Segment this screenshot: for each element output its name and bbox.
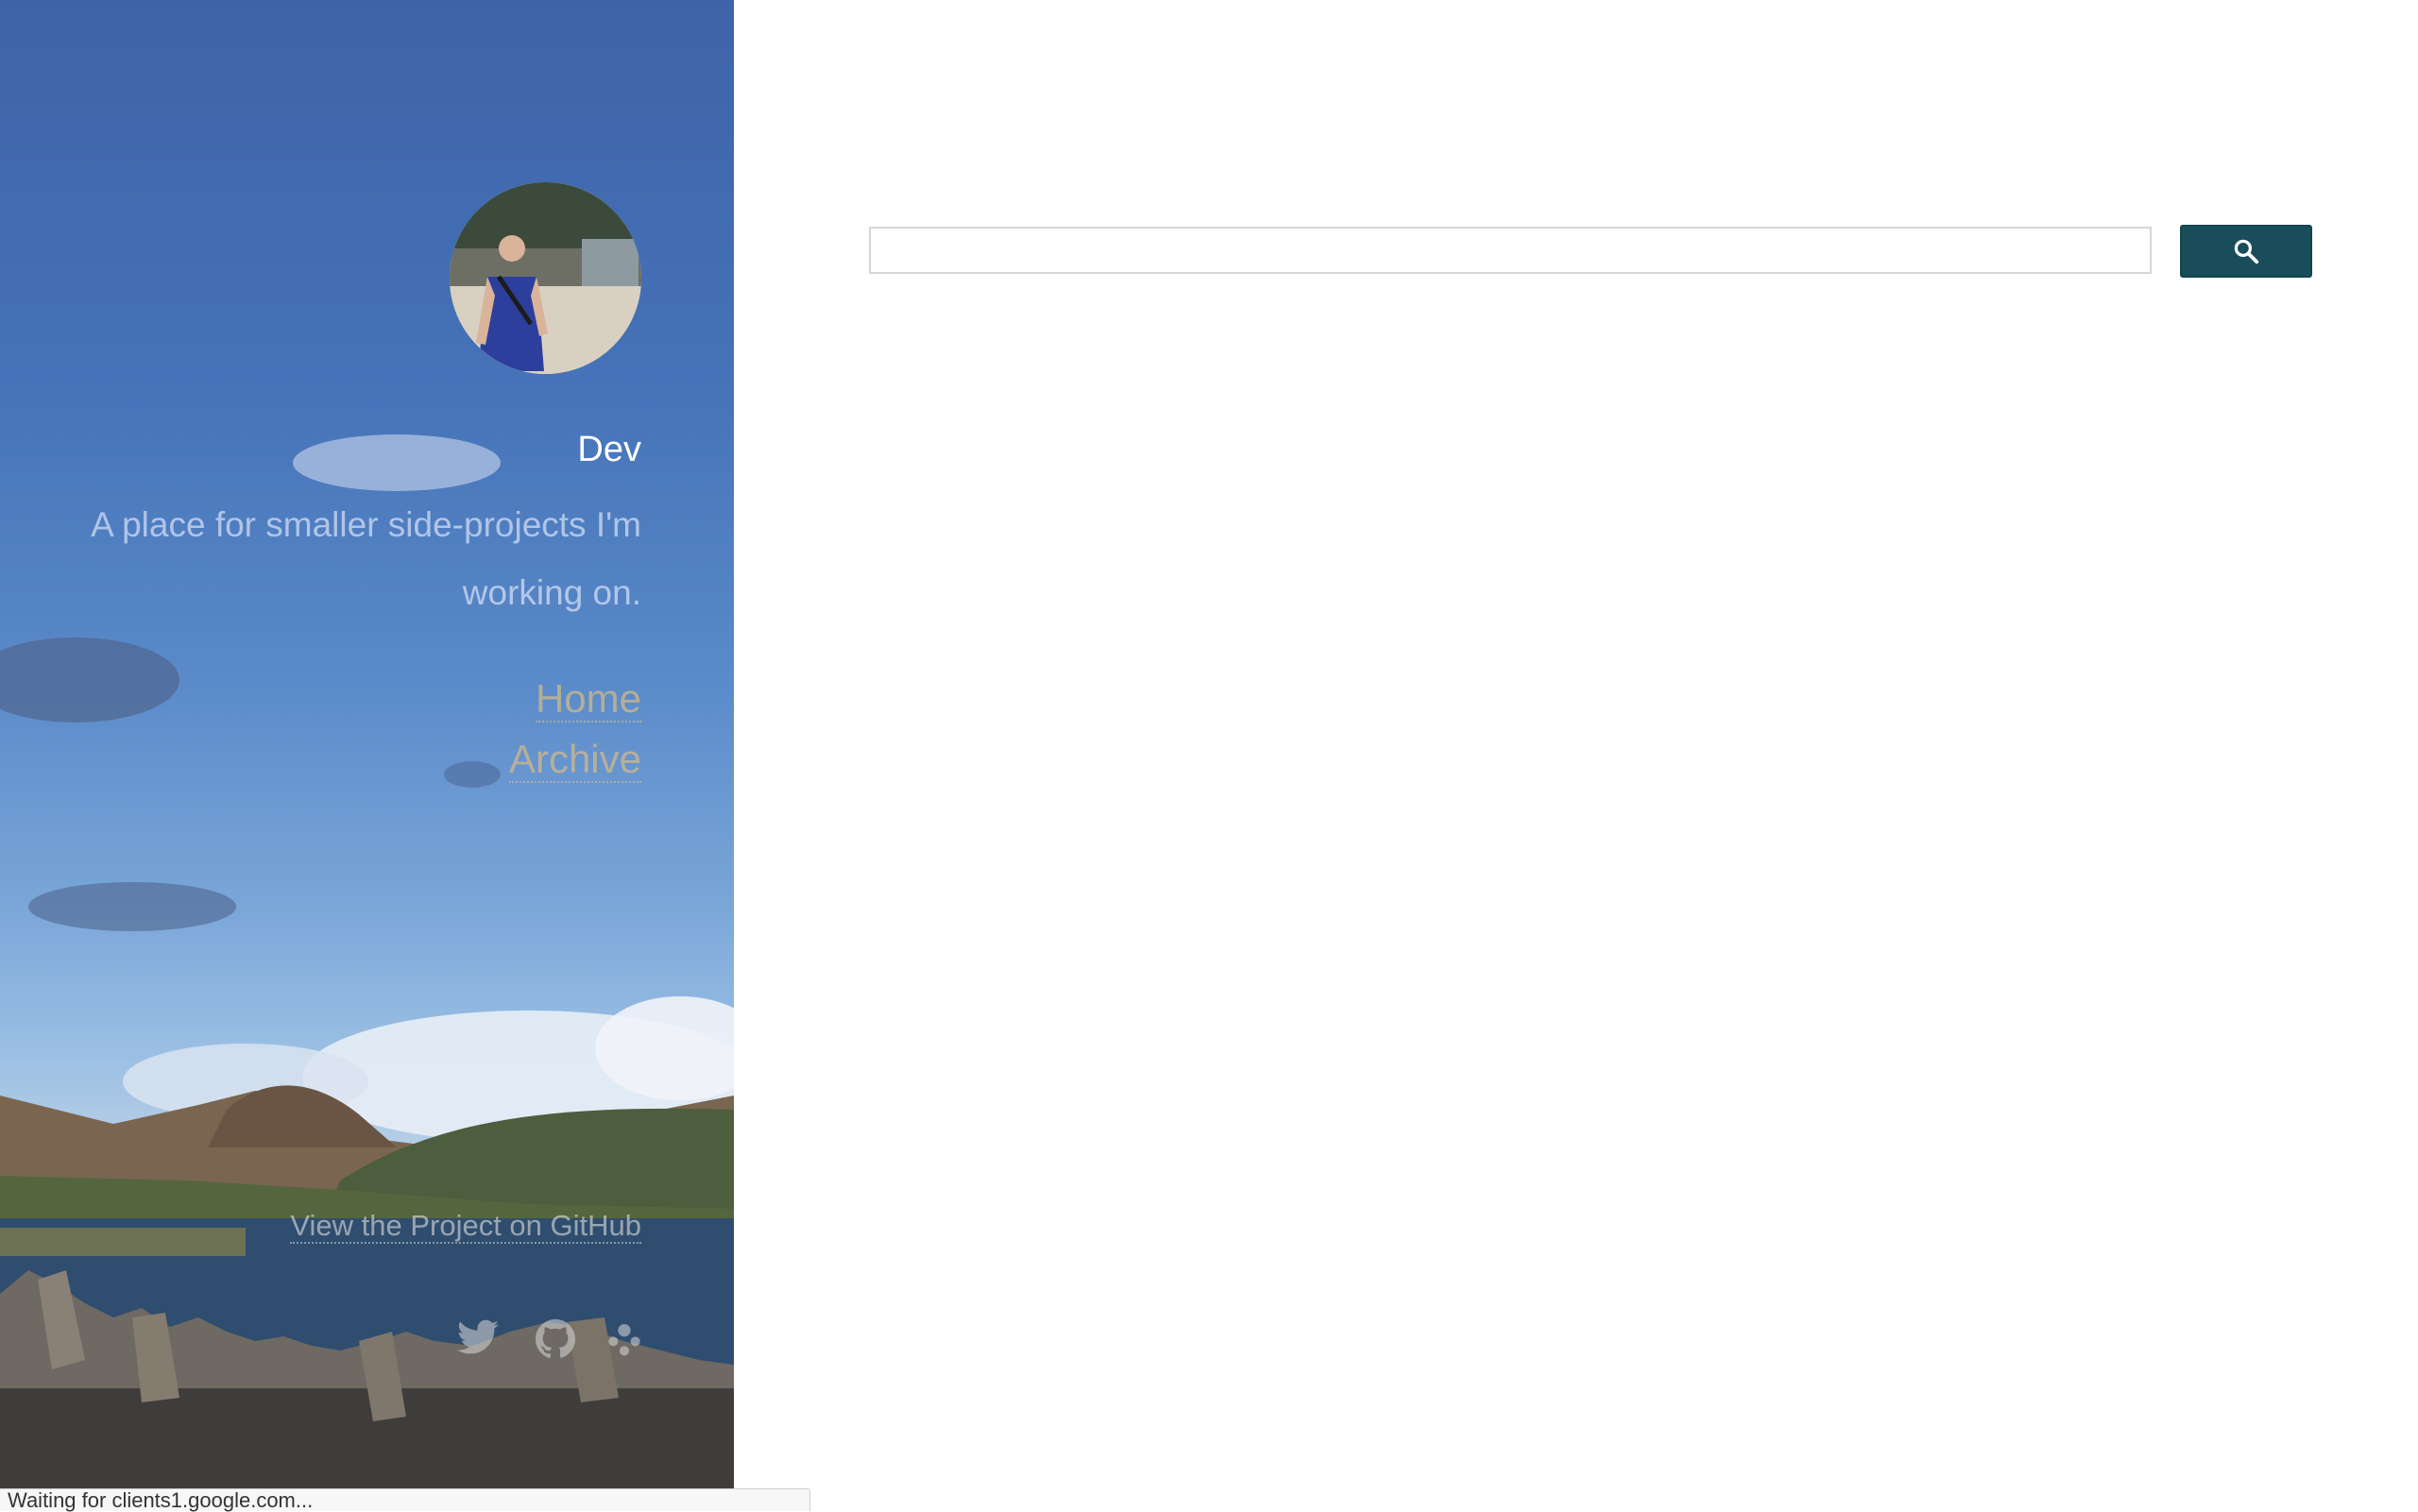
search-input[interactable] xyxy=(869,227,2152,274)
view-on-github-link[interactable]: View the Project on GitHub xyxy=(290,1209,641,1244)
avatar-photo xyxy=(450,182,641,374)
github-icon[interactable] xyxy=(536,1318,575,1358)
sidebar-nav: Home Archive xyxy=(508,669,641,790)
search-icon xyxy=(2234,239,2259,264)
avatar xyxy=(450,182,641,374)
nav-link-home-label: Home xyxy=(535,676,641,722)
site-description: A place for smaller side-projects I'm wo… xyxy=(91,505,641,612)
search-button[interactable] xyxy=(2180,225,2312,278)
nav-link-archive[interactable]: Archive xyxy=(508,729,641,790)
nav-link-archive-label: Archive xyxy=(508,737,641,783)
browser-status-bar: Waiting for clients1.google.com... xyxy=(0,1488,810,1512)
view-on-github-label: View the Project on GitHub xyxy=(290,1209,641,1244)
nav-link-home[interactable]: Home xyxy=(509,669,641,729)
twitter-icon[interactable] xyxy=(457,1318,499,1356)
sidebar: Dev A place for smaller side-projects I'… xyxy=(0,0,734,1511)
octopus-icon[interactable] xyxy=(605,1318,643,1358)
site-name: Dev xyxy=(577,430,641,469)
social-links xyxy=(396,1318,641,1366)
